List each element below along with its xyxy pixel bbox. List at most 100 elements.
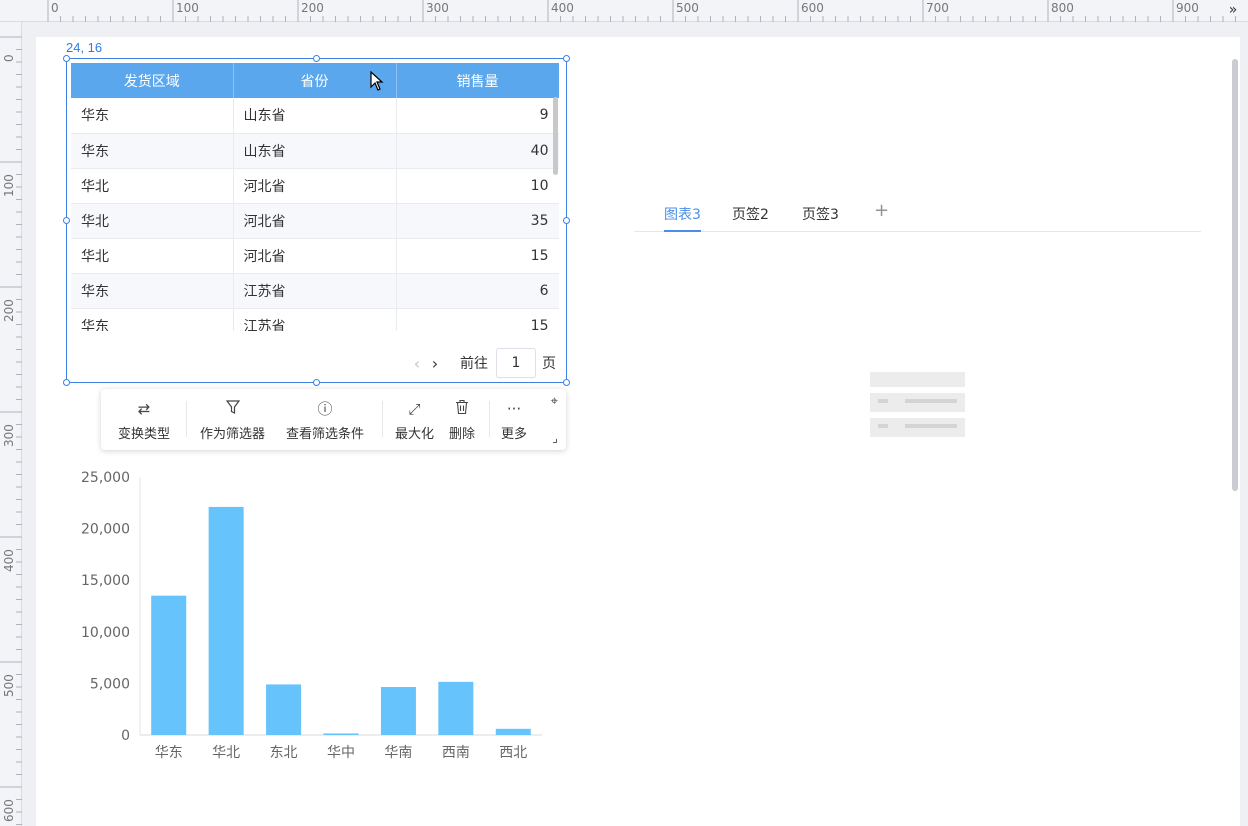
y-tick-label: 0 xyxy=(121,728,130,744)
toolbar-divider xyxy=(186,401,187,437)
canvas-scrollbar[interactable] xyxy=(1232,59,1238,491)
expand-icon: ⤢ xyxy=(408,400,421,418)
table-cell: 10 xyxy=(396,168,559,204)
ruler-label: 0 xyxy=(2,54,16,62)
table-row: 华北 河北省 10 xyxy=(71,168,559,204)
ruler-label: 600 xyxy=(801,1,824,15)
x-tick-label: 东北 xyxy=(270,745,298,761)
data-table: 发货区域 省份 销售量 华东 山东省 9 华东 山东省 40 华北 河北省 10 xyxy=(71,63,559,331)
goto-label: 前往 xyxy=(460,356,488,372)
table-cell: 华东 xyxy=(71,273,234,309)
ruler-label: 600 xyxy=(2,799,16,822)
tab-page3[interactable]: 页签3 xyxy=(802,204,839,232)
y-tick-label: 25,000 xyxy=(81,470,130,486)
ruler-label: 300 xyxy=(426,1,449,15)
bar xyxy=(380,687,416,735)
x-tick-label: 华东 xyxy=(155,745,183,761)
x-tick-label: 西北 xyxy=(499,745,527,761)
swap-icon: ⇄ xyxy=(137,400,151,418)
ruler-label: 100 xyxy=(176,1,199,15)
shrink-icon[interactable]: ⌟ xyxy=(552,431,558,445)
bar xyxy=(208,506,244,735)
column-header-sales[interactable]: 销售量 xyxy=(396,63,559,98)
table-cell: 9 xyxy=(396,98,559,134)
table-cell: 山东省 xyxy=(233,133,397,169)
placeholder-row xyxy=(870,418,965,437)
bar xyxy=(495,728,531,735)
table-cell: 华东 xyxy=(71,98,234,134)
table-row: 华东 江苏省 6 xyxy=(71,273,559,309)
table-cell: 15 xyxy=(396,308,559,331)
y-tick-label: 10,000 xyxy=(81,625,130,641)
table-scrollbar[interactable] xyxy=(553,97,558,175)
trash-icon xyxy=(449,399,475,419)
mouse-cursor-icon xyxy=(370,71,384,91)
x-tick-label: 华南 xyxy=(384,745,412,761)
resize-handle[interactable] xyxy=(563,217,570,224)
bar xyxy=(323,733,359,735)
tab-bar: 图表3 页签2 页签3 + xyxy=(634,195,1201,232)
as-filter-button[interactable]: 作为筛选器 xyxy=(200,399,265,442)
table-row: 华北 河北省 15 xyxy=(71,238,559,274)
chevron-left-icon[interactable]: ‹ xyxy=(408,354,426,373)
x-tick-label: 西南 xyxy=(442,745,470,761)
filter-icon xyxy=(200,399,265,419)
table-cell: 河北省 xyxy=(233,168,397,204)
y-tick-label: 5,000 xyxy=(90,676,130,692)
change-type-button[interactable]: ⇄ 变换类型 xyxy=(118,399,170,442)
table-cell: 华北 xyxy=(71,238,234,274)
table-cell: 35 xyxy=(396,203,559,239)
table-cell: 15 xyxy=(396,238,559,274)
plus-icon[interactable]: + xyxy=(874,200,889,221)
ruler-label: 900 xyxy=(1176,1,1199,15)
resize-handle[interactable] xyxy=(313,55,320,62)
more-button[interactable]: ··· 更多 xyxy=(501,399,527,442)
bar xyxy=(438,681,474,735)
ruler-label: 400 xyxy=(551,1,574,15)
table-cell: 6 xyxy=(396,273,559,309)
delete-button[interactable]: 删除 xyxy=(449,399,475,442)
ruler-label: 0 xyxy=(51,1,59,15)
bar-chart[interactable]: 0 5,000 10,000 15,000 20,000 25,000 华东 华北 东北 华中 华南… xyxy=(70,462,550,772)
resize-handle[interactable] xyxy=(563,379,570,386)
table-cell: 江苏省 xyxy=(233,273,397,309)
y-tick-label: 20,000 xyxy=(81,522,130,538)
maximize-button[interactable]: ⤢ 最大化 xyxy=(395,399,434,442)
resize-handle[interactable] xyxy=(63,55,70,62)
widget-toolbar: ⇄ 变换类型 作为筛选器 ⓘ 查看筛选条件 ⤢ 最大化 删除 ··· 更多 ⌖ … xyxy=(101,389,566,450)
resize-handle[interactable] xyxy=(313,379,320,386)
x-tick-label: 华北 xyxy=(212,745,240,761)
selection-coordinates: 24, 16 xyxy=(66,40,103,55)
y-tick-label: 15,000 xyxy=(81,573,130,589)
table-row: 华北 河北省 35 xyxy=(71,203,559,239)
table-cell: 河北省 xyxy=(233,203,397,239)
view-filter-conditions-button[interactable]: ⓘ 查看筛选条件 xyxy=(286,399,364,442)
table-cell: 华东 xyxy=(71,133,234,169)
placeholder-row xyxy=(870,393,965,412)
double-chevron-right-icon[interactable]: » xyxy=(1224,1,1242,19)
resize-handle[interactable] xyxy=(63,379,70,386)
ruler-label: 200 xyxy=(301,1,324,15)
empty-widget-placeholder xyxy=(870,372,965,443)
tab-page2[interactable]: 页签2 xyxy=(732,204,769,232)
info-icon: ⓘ xyxy=(317,400,333,418)
chevron-right-icon[interactable]: › xyxy=(426,354,444,373)
ruler-label: 800 xyxy=(1051,1,1074,15)
table-cell: 江苏省 xyxy=(233,308,397,331)
pin-icon[interactable]: ⌖ xyxy=(551,394,558,409)
ruler-label: 400 xyxy=(2,549,16,572)
table-cell: 华东 xyxy=(71,308,234,331)
horizontal-ruler: 0 100 200 300 400 500 600 700 800 900 » xyxy=(0,0,1248,22)
resize-handle[interactable] xyxy=(563,55,570,62)
vertical-ruler: 0 100 200 300 400 500 600 xyxy=(0,22,22,826)
table-row: 华东 山东省 40 xyxy=(71,133,559,169)
toolbar-divider xyxy=(382,401,383,437)
x-tick-label: 华中 xyxy=(327,745,355,761)
column-header-region[interactable]: 发货区域 xyxy=(71,63,234,98)
table-cell: 华北 xyxy=(71,168,234,204)
resize-handle[interactable] xyxy=(63,217,70,224)
table-row: 华东 山东省 9 xyxy=(71,98,559,134)
page-unit-label: 页 xyxy=(542,356,556,372)
tab-chart3[interactable]: 图表3 xyxy=(664,204,701,232)
page-number-input[interactable]: 1 xyxy=(496,348,536,378)
